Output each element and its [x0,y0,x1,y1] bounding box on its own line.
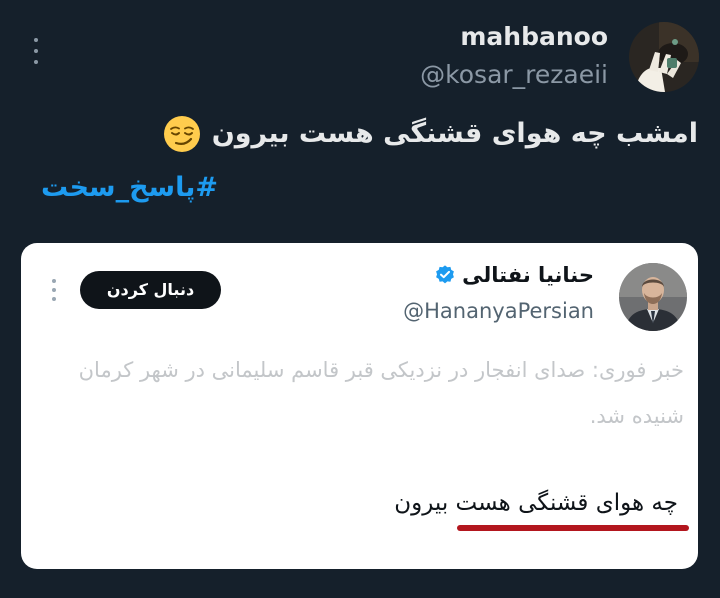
more-options-button[interactable] [26,38,46,64]
tweet-text-content: امشب چه هوای قشنگی هست بیرون [211,118,698,149]
card-more-options-icon [49,279,59,301]
quoted-author-avatar [619,263,687,331]
card-more-dot [52,297,56,301]
author-handle[interactable]: @kosar_rezaeii [420,58,608,92]
follow-button: دنبال کردن [80,271,221,309]
more-dot [34,38,38,42]
red-underline [457,525,689,531]
card-more-dot [52,279,56,283]
more-dot [34,49,38,53]
tweet-text: امشب چه هوای قشنگی هست بیرون [162,112,698,156]
card-more-dot [52,288,56,292]
faded-tweet-text: خبر فوری: صدای انفجار در نزدیکی قبر قاسم… [78,358,684,428]
author-name[interactable]: mahbanoo [460,20,608,54]
smirking-face-icon [162,114,202,154]
verified-badge-icon [434,264,456,286]
more-dot [34,60,38,64]
quoted-author-name: حنانیا نفتالی [462,263,594,287]
author-avatar[interactable] [629,22,699,92]
quoted-tweet-image[interactable]: دنبال کردن حنانیا نفتالی @HananyaPersian… [21,243,698,569]
quoted-author-row: حنانیا نفتالی [434,259,594,291]
quoted-author-handle: @HananyaPersian [403,299,594,323]
highlighted-quote: چه هوای قشنگی هست بیرون [394,490,678,516]
hashtag-link[interactable]: #پاسخ_سخت [41,168,218,208]
